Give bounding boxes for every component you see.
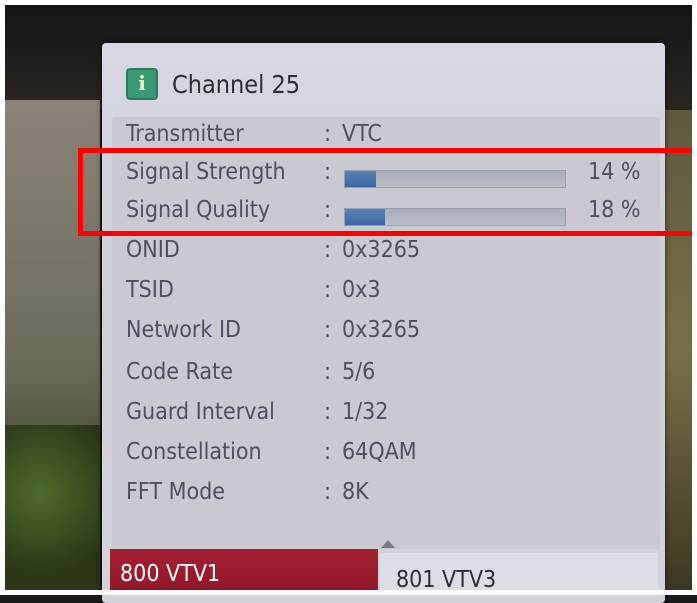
row-colon: : <box>324 277 331 303</box>
channel-title: Channel 25 <box>172 69 301 99</box>
row-label: Constellation <box>126 439 262 465</box>
row-colon: : <box>324 399 331 425</box>
channel-item-801[interactable]: 801 VTV3 <box>380 553 658 595</box>
row-constellation: Constellation : 64QAM <box>112 437 660 475</box>
row-colon: : <box>324 479 331 505</box>
row-value: 0x3265 <box>342 237 421 263</box>
info-icon: i <box>126 68 158 100</box>
row-value: 5/6 <box>342 359 376 385</box>
row-colon: : <box>324 439 331 465</box>
highlight-box <box>78 148 697 236</box>
row-network-id: Network ID : 0x3265 <box>112 315 660 353</box>
row-label: Transmitter <box>126 121 244 147</box>
row-label: Network ID <box>126 317 241 343</box>
row-label: ONID <box>126 237 180 263</box>
row-value: 0x3265 <box>342 317 421 343</box>
row-colon: : <box>324 121 331 147</box>
row-value: VTC <box>342 121 382 147</box>
row-guard-interval: Guard Interval : 1/32 <box>112 397 660 435</box>
row-label: Code Rate <box>126 359 233 385</box>
row-label: Guard Interval <box>126 399 275 425</box>
row-colon: : <box>324 359 331 385</box>
row-code-rate: Code Rate : 5/6 <box>112 357 660 395</box>
channel-item-800[interactable]: 800 VTV1 <box>110 549 378 595</box>
row-label: TSID <box>126 277 174 303</box>
row-value: 1/32 <box>342 399 389 425</box>
row-value: 64QAM <box>342 439 417 465</box>
channel-label: 801 VTV3 <box>396 567 497 593</box>
scroll-up-arrow-icon[interactable] <box>381 540 395 548</box>
row-value: 8K <box>342 479 369 505</box>
background-foliage <box>0 425 100 595</box>
signal-info-panel: i Channel 25 Transmitter : VTC Signal St… <box>102 43 665 603</box>
row-onid: ONID : 0x3265 <box>112 235 660 273</box>
row-tsid: TSID : 0x3 <box>112 275 660 313</box>
row-colon: : <box>324 237 331 263</box>
channel-label: 800 VTV1 <box>120 561 221 587</box>
row-colon: : <box>324 317 331 343</box>
row-fft-mode: FFT Mode : 8K <box>112 477 660 515</box>
row-value: 0x3 <box>342 277 381 303</box>
panel-header: i Channel 25 <box>112 53 652 115</box>
row-label: FFT Mode <box>126 479 225 505</box>
